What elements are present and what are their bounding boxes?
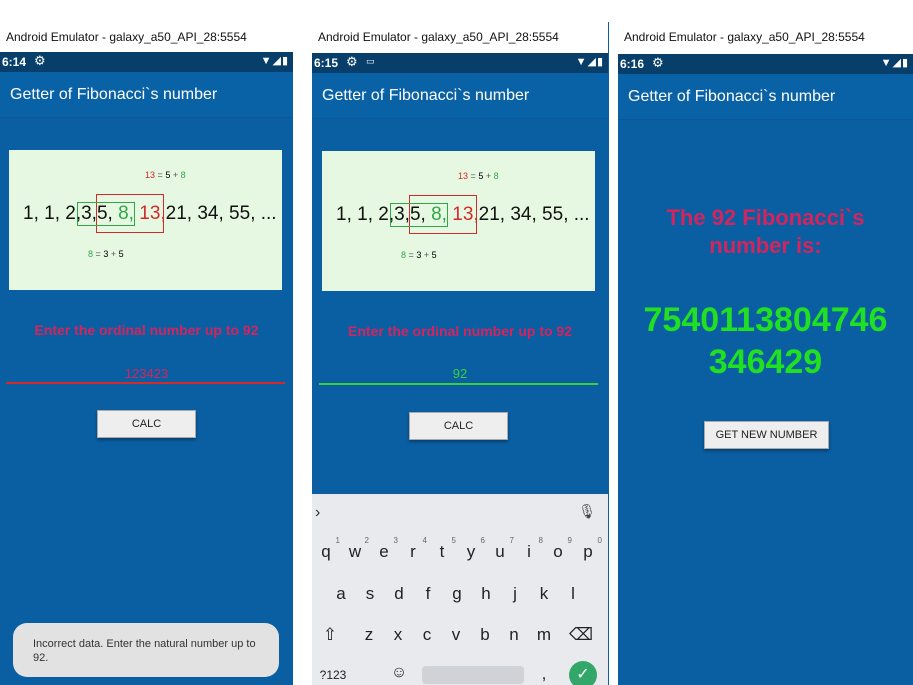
input-underline-error bbox=[6, 382, 285, 384]
key[interactable]: g bbox=[445, 584, 469, 604]
input-prompt: Enter the ordinal number up to 92 bbox=[347, 323, 573, 339]
key[interactable]: n bbox=[502, 625, 526, 645]
result-value-line-1: 7540113804746 bbox=[643, 301, 888, 339]
number-input[interactable]: 123423 bbox=[0, 366, 293, 381]
phone-screen: 6:14 ⚙ ▼◢▮ Getter of Fibonacci`s number … bbox=[0, 52, 293, 685]
key[interactable]: u7 bbox=[488, 536, 514, 562]
status-time: 6:16 bbox=[620, 57, 645, 71]
settings-gear-icon: ⚙ bbox=[346, 54, 358, 69]
key[interactable]: s bbox=[358, 584, 382, 604]
fibonacci-illustration: 13 = 5 + 8 1, 1, 2,3,5, 8, 13,21, 34, 55… bbox=[322, 151, 595, 291]
window-title: Android Emulator - galaxy_a50_API_28:555… bbox=[624, 30, 865, 44]
comma-key[interactable]: , bbox=[532, 664, 556, 684]
chevron-right-icon[interactable]: › bbox=[315, 504, 320, 522]
space-bar[interactable] bbox=[422, 666, 524, 684]
wifi-signal-battery-icon: ▼◢▮ bbox=[575, 56, 604, 68]
backspace-icon[interactable]: ⌫ bbox=[569, 625, 593, 645]
settings-gear-icon: ⚙ bbox=[34, 53, 46, 68]
window-title: Android Emulator - galaxy_a50_API_28:555… bbox=[318, 30, 559, 44]
key[interactable]: a bbox=[329, 584, 353, 604]
key[interactable]: w2 bbox=[343, 536, 369, 562]
key[interactable]: l bbox=[561, 584, 585, 604]
app-bar: Getter of Fibonacci`s number bbox=[312, 73, 608, 119]
emulator-window-2: Android Emulator - galaxy_a50_API_28:555… bbox=[312, 0, 608, 685]
panel-divider bbox=[608, 22, 609, 685]
key[interactable]: o9 bbox=[546, 536, 572, 562]
key[interactable]: j bbox=[503, 584, 527, 604]
keyboard-notification-icon: ▭ bbox=[366, 56, 375, 66]
settings-gear-icon: ⚙ bbox=[652, 55, 664, 70]
emulator-window-3: Android Emulator - galaxy_a50_API_28:555… bbox=[618, 0, 913, 685]
key[interactable]: x bbox=[386, 625, 410, 645]
get-new-number-button[interactable]: GET NEW NUMBER bbox=[704, 421, 829, 449]
key[interactable]: z bbox=[357, 625, 381, 645]
status-bar: 6:15 ⚙ ▭ ▼◢▮ bbox=[312, 53, 608, 73]
key[interactable]: p0 bbox=[576, 536, 602, 562]
input-underline-ok bbox=[319, 383, 598, 385]
status-time: 6:15 bbox=[314, 56, 339, 70]
app-title: Getter of Fibonacci`s number bbox=[10, 86, 218, 103]
wifi-signal-battery-icon: ▼◢▮ bbox=[880, 57, 909, 69]
top-formula: 13 = 5 + 8 bbox=[145, 170, 186, 180]
key[interactable]: c bbox=[415, 625, 439, 645]
key[interactable]: h bbox=[474, 584, 498, 604]
top-formula: 13 = 5 + 8 bbox=[458, 171, 499, 181]
key[interactable]: m bbox=[532, 625, 556, 645]
phone-screen: 6:16 ⚙ ▼◢▮ Getter of Fibonacci`s number … bbox=[618, 54, 913, 685]
calc-button[interactable]: CALC bbox=[97, 410, 196, 438]
key[interactable]: f bbox=[416, 584, 440, 604]
input-prompt: Enter the ordinal number up to 92 bbox=[34, 322, 259, 338]
phone-screen: 6:15 ⚙ ▭ ▼◢▮ Getter of Fibonacci`s numbe… bbox=[312, 53, 608, 685]
calc-button[interactable]: CALC bbox=[409, 412, 508, 440]
symbols-key[interactable]: ?123 bbox=[316, 668, 350, 682]
status-bar: 6:16 ⚙ ▼◢▮ bbox=[618, 54, 913, 74]
key[interactable]: v bbox=[444, 625, 468, 645]
app-title: Getter of Fibonacci`s number bbox=[322, 87, 530, 104]
key[interactable]: t5 bbox=[430, 536, 456, 562]
error-toast: Incorrect data. Enter the natural number… bbox=[13, 623, 279, 677]
window-title: Android Emulator - galaxy_a50_API_28:555… bbox=[6, 30, 247, 44]
status-time: 6:14 bbox=[2, 55, 27, 69]
emoji-icon[interactable]: ☺ bbox=[387, 664, 411, 682]
key[interactable]: k bbox=[532, 584, 556, 604]
number-input[interactable]: 92 bbox=[312, 366, 608, 381]
microphone-icon[interactable]: 🎙 bbox=[578, 503, 596, 520]
emulator-window-1: Android Emulator - galaxy_a50_API_28:555… bbox=[0, 0, 296, 685]
soft-keyboard: › 🎙 q1 w2 e3 r4 t5 y6 u7 i8 o9 p0 a s d … bbox=[312, 494, 608, 685]
result-value-line-2: 346429 bbox=[708, 343, 823, 381]
key[interactable]: q1 bbox=[314, 536, 340, 562]
bottom-formula: 8 = 3 + 5 bbox=[88, 249, 124, 259]
key[interactable]: e3 bbox=[372, 536, 398, 562]
key[interactable]: d bbox=[387, 584, 411, 604]
key[interactable]: r4 bbox=[401, 536, 427, 562]
fibonacci-sequence: 1, 1, 2,3,5, 8, 13,21, 34, 55, ... bbox=[336, 204, 590, 225]
fibonacci-illustration: 13 = 5 + 8 1, 1, 2,3,5, 8, 13,21, 34, 55… bbox=[9, 150, 282, 290]
bottom-formula: 8 = 3 + 5 bbox=[401, 250, 437, 260]
shift-icon[interactable]: ⇧ bbox=[318, 625, 342, 645]
key[interactable]: y6 bbox=[459, 536, 485, 562]
key[interactable]: i8 bbox=[517, 536, 543, 562]
wifi-signal-battery-icon: ▼◢▮ bbox=[260, 55, 289, 67]
app-bar: Getter of Fibonacci`s number bbox=[0, 72, 293, 118]
app-bar: Getter of Fibonacci`s number bbox=[618, 74, 913, 120]
fibonacci-sequence: 1, 1, 2,3,5, 8, 13,21, 34, 55, ... bbox=[23, 203, 277, 224]
result-title: The 92 Fibonacci`s number is: bbox=[666, 205, 865, 258]
enter-check-icon[interactable]: ✓ bbox=[569, 661, 597, 685]
app-title: Getter of Fibonacci`s number bbox=[628, 88, 836, 105]
status-bar: 6:14 ⚙ ▼◢▮ bbox=[0, 52, 293, 72]
key[interactable]: b bbox=[473, 625, 497, 645]
